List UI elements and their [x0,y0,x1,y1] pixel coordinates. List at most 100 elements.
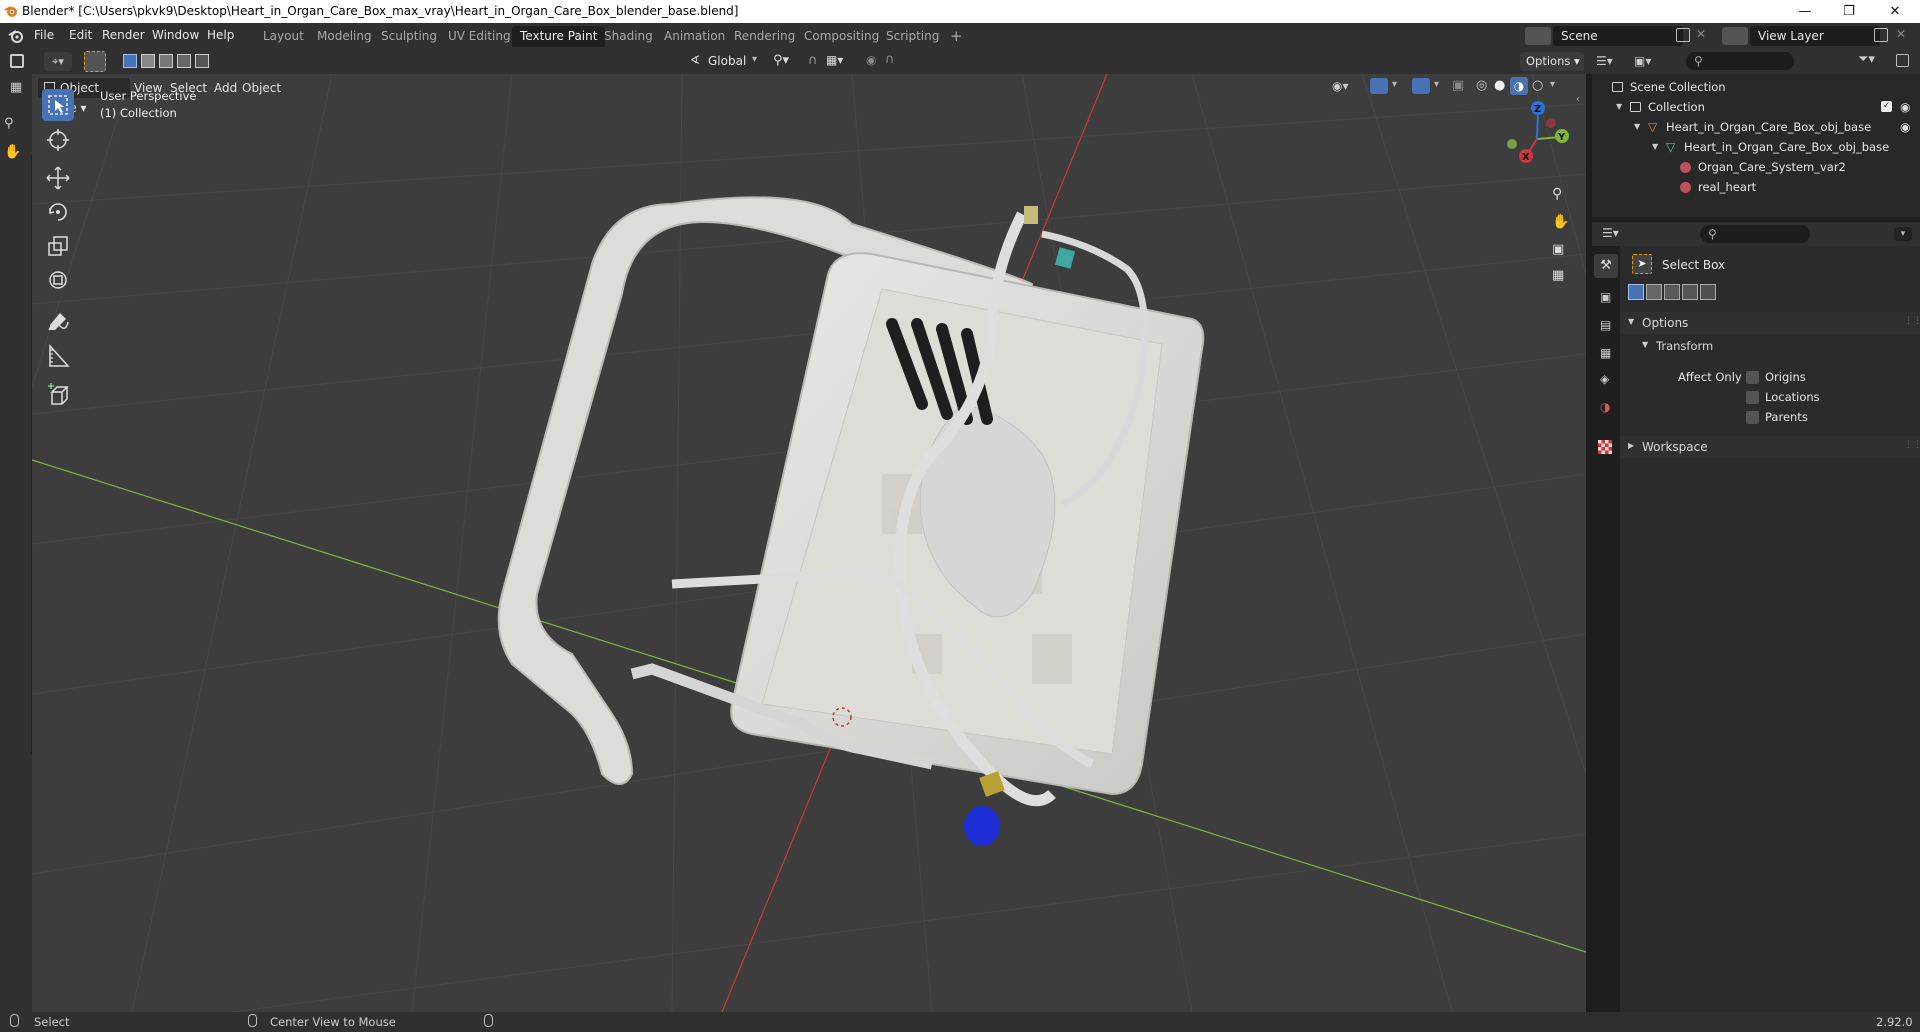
overlay-toggle-icon[interactable] [1412,78,1430,94]
tab-compositing[interactable]: Compositing [796,26,887,47]
camera-view-icon[interactable]: ▣ [1552,242,1564,257]
snap-target-icon[interactable]: ▦▾ [826,53,843,67]
select-mode-invert-icon[interactable] [177,54,191,68]
parents-label[interactable]: Parents [1765,410,1808,424]
select-mode-extend-icon[interactable] [1646,284,1662,300]
texture-tab-icon[interactable] [1598,440,1612,454]
transform-subsection-header[interactable]: ▼ Transform [1620,336,1920,356]
sidebar-toggle-arrow-icon[interactable]: ‹ [1576,94,1580,105]
new-collection-icon[interactable] [1896,54,1909,67]
menu-window[interactable]: Window [152,28,199,42]
transform-tool[interactable] [42,264,74,296]
select-mode-subtract-icon[interactable] [1664,284,1680,300]
scene-selector[interactable]: Scene [1553,26,1683,46]
tab-uv-editing[interactable]: UV Editing [440,26,519,47]
tab-rendering[interactable]: Rendering [726,26,803,47]
active-tool-select-icon[interactable] [84,51,106,72]
options-dropdown[interactable]: Options ▾ [1520,52,1584,71]
gizmo-toggle-icon[interactable] [1370,78,1388,94]
ortho-toggle-icon[interactable]: ▦ [1552,268,1564,283]
filter-icon[interactable]: ⏷▾ [1858,52,1875,67]
cursor-tool[interactable] [42,124,74,156]
blender-menu-icon[interactable] [8,28,24,44]
menu-edit[interactable]: Edit [69,28,92,42]
parents-checkbox[interactable] [1746,411,1759,424]
workspace-section-header[interactable]: ▶ Workspace ⋮⋮ [1620,436,1920,458]
outliner-row-collection[interactable]: ▼ Collection ✓ ◉ [1592,97,1920,117]
tab-animation[interactable]: Animation [656,26,733,47]
scene-tab-icon[interactable]: ◈ [1600,372,1609,386]
overlay-options-icon[interactable]: ▾ [1434,79,1439,90]
locations-label[interactable]: Locations [1765,390,1820,404]
properties-options-icon[interactable]: ▾ [1894,227,1912,241]
tab-shading[interactable]: Shading [596,26,661,47]
shading-wireframe-icon[interactable]: ◎ [1476,78,1487,93]
drag-handle-icon[interactable]: ⋮⋮ [1904,440,1920,450]
menu-render[interactable]: Render [102,28,145,42]
origins-checkbox[interactable] [1746,371,1759,384]
outliner-search-input[interactable]: ⚲ [1686,52,1794,70]
move-tool[interactable] [42,162,74,194]
eye-icon[interactable]: ◉ [1900,97,1910,117]
view-layer-selector[interactable]: View Layer [1750,26,1880,46]
outliner-row-scene-collection[interactable]: Scene Collection [1592,77,1920,97]
outliner-row-object[interactable]: ▼ ▽ Heart_in_Organ_Care_Box_obj_base ◉ [1592,117,1920,137]
select-mode-new-icon[interactable] [123,54,137,68]
properties-search-input[interactable]: ⚲ [1700,225,1810,243]
gizmo-options-icon[interactable]: ▾ [1392,79,1397,90]
pan-view-icon[interactable]: ✋ [1552,214,1569,230]
outliner-row-material-2[interactable]: real_heart [1592,177,1920,197]
restore-icon[interactable]: ❐ [1826,1,1872,22]
properties-editor-type-icon[interactable]: ☰▾ [1602,226,1619,240]
rotate-tool[interactable] [42,196,74,228]
transform-pivot-icon[interactable]: ⌖▾ [44,52,72,71]
eye-icon[interactable]: ◉ [1900,117,1910,137]
outliner-editor-type-icon[interactable]: ☰▾ [1596,52,1624,71]
tab-texture-paint[interactable]: Texture Paint [512,26,606,47]
delete-scene-icon[interactable]: ✕ [1696,27,1706,41]
scale-tool[interactable] [42,230,74,262]
measure-tool[interactable] [42,340,74,372]
locations-checkbox[interactable] [1746,391,1759,404]
editor-type-icon-lower[interactable]: ▦ [10,80,22,95]
zoom-view-icon[interactable]: ⚲ [1552,186,1562,202]
snap-toggle-icon[interactable]: ∩ [808,53,818,68]
annotate-tool[interactable] [42,306,74,338]
menu-file[interactable]: File [34,28,54,42]
world-tab-icon[interactable]: ◑ [1600,400,1610,414]
add-workspace-button[interactable]: + [942,26,971,47]
view-layer-tab-icon[interactable]: ▦ [1600,346,1611,360]
tab-scripting[interactable]: Scripting [878,26,947,47]
zoom-region-icon[interactable]: ⚲ [4,116,14,131]
expand-arrow-icon[interactable]: ▼ [1616,97,1622,117]
shading-material-icon[interactable]: ◑ [1510,77,1528,95]
shading-rendered-icon[interactable]: ○ [1532,78,1543,93]
select-box-tool[interactable] [42,89,74,121]
expand-arrow-icon[interactable]: ▼ [1652,137,1658,157]
select-mode-intersect-icon[interactable] [1700,284,1716,300]
editor-type-icon[interactable] [10,54,24,68]
outliner-row-mesh[interactable]: ▼ ▽ Heart_in_Organ_Care_Box_obj_base [1592,137,1920,157]
tab-layout[interactable]: Layout [255,26,312,47]
shading-solid-icon[interactable]: ● [1494,78,1505,93]
delete-view-layer-icon[interactable]: ✕ [1896,27,1906,41]
proportional-falloff-icon[interactable]: ∩ [885,52,895,67]
scene-icon[interactable] [1525,27,1551,45]
drag-handle-icon[interactable]: ⋮⋮ [1904,316,1920,326]
close-icon[interactable]: ✕ [1872,1,1918,22]
shading-options-icon[interactable]: ▾ [1550,79,1555,90]
add-cube-tool[interactable] [42,380,74,412]
viewport-scene[interactable] [32,74,1586,1012]
select-mode-set-icon[interactable] [1628,284,1644,300]
menu-object[interactable]: Object [236,78,287,98]
select-mode-intersect-icon[interactable] [195,54,209,68]
new-scene-icon[interactable] [1676,28,1690,42]
proportional-edit-icon[interactable]: ◉ [866,53,876,67]
outliner-row-material-1[interactable]: Organ_Care_System_var2 [1592,157,1920,177]
menu-help[interactable]: Help [207,28,234,42]
expand-arrow-icon[interactable]: ▼ [1634,117,1640,137]
visibility-icon[interactable]: ◉▾ [1332,79,1349,93]
tab-sculpting[interactable]: Sculpting [373,26,445,47]
render-tab-icon[interactable]: ▣ [1600,290,1611,304]
tab-modeling[interactable]: Modeling [309,26,380,47]
